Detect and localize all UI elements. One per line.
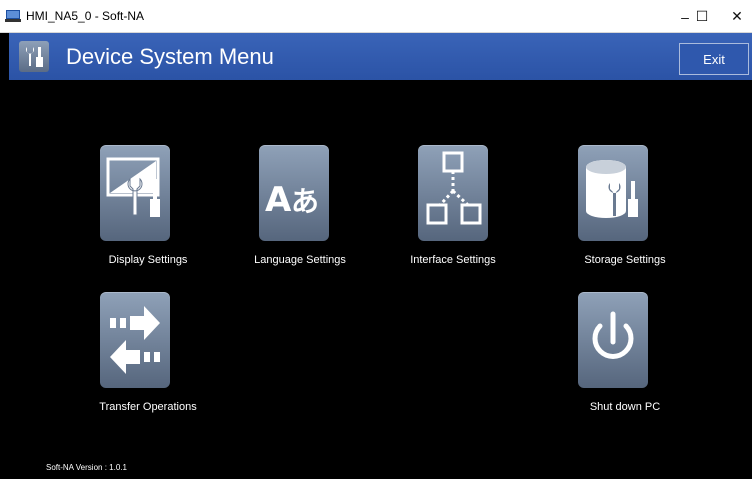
language-settings-label: Language Settings	[254, 254, 346, 266]
shut-down-pc-button[interactable]	[578, 292, 648, 388]
page-title: Device System Menu	[66, 44, 274, 69]
transfer-operations-icon	[110, 306, 160, 374]
interface-settings-icon	[426, 151, 482, 225]
display-settings-icon	[106, 157, 160, 217]
display-settings-label: Display Settings	[108, 254, 188, 266]
exit-button[interactable]: Exit	[679, 43, 749, 75]
transfer-operations-label: Transfer Operations	[99, 401, 197, 413]
menu-area	[9, 80, 752, 479]
window-title-bar: HMI_NA5_0 - Soft-NA – ☐ ✕	[0, 0, 752, 33]
interface-settings-label: Interface Settings	[410, 254, 496, 266]
header-bar: Device System Menu Exit	[9, 33, 752, 80]
language-settings-button[interactable]: A あ	[259, 145, 329, 241]
storage-settings-button[interactable]	[578, 145, 648, 241]
interface-settings-button[interactable]	[418, 145, 488, 241]
svg-text:あ: あ	[291, 185, 319, 218]
tools-icon	[19, 41, 49, 72]
transfer-operations-button[interactable]	[100, 292, 170, 388]
svg-text:A: A	[265, 180, 292, 220]
close-button[interactable]: ✕	[722, 0, 752, 33]
language-settings-icon: A あ	[265, 180, 319, 220]
maximize-button[interactable]: ☐	[688, 0, 716, 33]
window-title: HMI_NA5_0 - Soft-NA	[26, 9, 145, 23]
maximize-icon: ☐	[695, 8, 709, 24]
display-settings-button[interactable]	[100, 145, 170, 241]
power-icon	[592, 311, 634, 359]
storage-settings-icon	[586, 160, 638, 218]
storage-settings-label: Storage Settings	[584, 254, 666, 266]
app-icon	[5, 10, 21, 22]
close-icon: ✕	[731, 8, 743, 24]
version-text: Soft-NA Version : 1.0.1	[46, 463, 127, 472]
shut-down-pc-label: Shut down PC	[589, 401, 661, 413]
